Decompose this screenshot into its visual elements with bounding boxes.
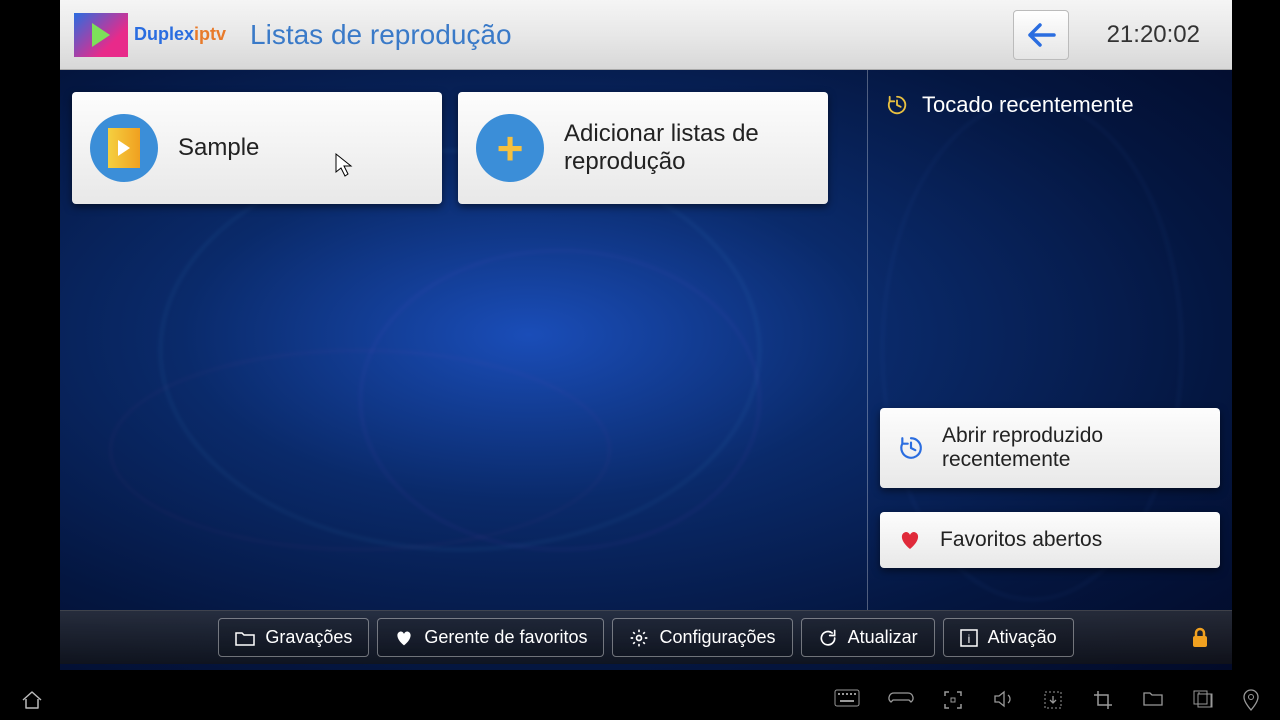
keyboard-icon[interactable] xyxy=(834,689,860,711)
history-icon xyxy=(886,94,908,116)
gamepad-icon[interactable] xyxy=(888,689,914,711)
info-icon: i xyxy=(960,629,978,647)
side-panel: Tocado recentemente Abrir reproduzido re… xyxy=(867,70,1232,610)
button-label: Atualizar xyxy=(848,627,918,648)
heart-icon xyxy=(898,529,922,551)
page-title: Listas de reprodução xyxy=(250,19,512,51)
clock: 21:20:02 xyxy=(1107,21,1200,49)
playlist-grid: Sample + Adicionar listas de reprodução xyxy=(60,70,867,610)
arrow-left-icon xyxy=(1026,23,1056,47)
recordings-button[interactable]: Gravações xyxy=(218,618,369,657)
side-header-label: Tocado recentemente xyxy=(922,92,1134,118)
app-window: Duplexiptv Listas de reprodução 21:20:02… xyxy=(60,0,1232,670)
playlist-icon xyxy=(90,114,158,182)
crop-icon[interactable] xyxy=(1092,689,1114,711)
windows-icon[interactable] xyxy=(1192,689,1214,711)
history-icon xyxy=(898,435,924,461)
header-bar: Duplexiptv Listas de reprodução 21:20:02 xyxy=(60,0,1232,70)
open-recently-played-button[interactable]: Abrir reproduzido recentemente xyxy=(880,408,1220,488)
plus-icon: + xyxy=(476,114,544,182)
button-label: Abrir reproduzido recentemente xyxy=(942,424,1202,472)
bottom-toolbar: Gravações Gerente de favoritos Configura… xyxy=(60,610,1232,664)
card-label: Sample xyxy=(178,134,259,162)
recently-played-header: Tocado recentemente xyxy=(880,88,1220,122)
brand-part1: Duplex xyxy=(134,24,194,44)
volume-icon[interactable] xyxy=(992,689,1014,711)
open-favorites-button[interactable]: Favoritos abertos xyxy=(880,512,1220,568)
system-navigation-bar xyxy=(0,680,1280,720)
back-button[interactable] xyxy=(1013,10,1069,60)
refresh-button[interactable]: Atualizar xyxy=(801,618,935,657)
favorites-manager-button[interactable]: Gerente de favoritos xyxy=(377,618,604,657)
refresh-icon xyxy=(818,628,838,648)
card-label: Adicionar listas de reprodução xyxy=(564,120,810,176)
button-label: Configurações xyxy=(659,627,775,648)
gear-icon xyxy=(629,628,649,648)
install-apk-icon[interactable] xyxy=(1042,689,1064,711)
settings-button[interactable]: Configurações xyxy=(612,618,792,657)
add-playlist-card[interactable]: + Adicionar listas de reprodução xyxy=(458,92,828,204)
fullscreen-icon[interactable] xyxy=(942,689,964,711)
system-tray xyxy=(834,689,1260,711)
brand-part2: iptv xyxy=(194,24,226,44)
button-label: Ativação xyxy=(988,627,1057,648)
heart-icon xyxy=(394,629,414,647)
button-label: Gravações xyxy=(265,627,352,648)
activation-button[interactable]: i Ativação xyxy=(943,618,1074,657)
content-area: Sample + Adicionar listas de reprodução … xyxy=(60,70,1232,610)
button-label: Favoritos abertos xyxy=(940,528,1102,552)
button-label: Gerente de favoritos xyxy=(424,627,587,648)
location-icon[interactable] xyxy=(1242,689,1260,711)
lock-icon[interactable] xyxy=(1188,626,1212,650)
home-icon[interactable] xyxy=(20,689,44,711)
folder-icon xyxy=(235,630,255,646)
brand-text: Duplexiptv xyxy=(134,24,226,45)
svg-text:i: i xyxy=(967,632,970,646)
files-icon[interactable] xyxy=(1142,689,1164,711)
playlist-card-sample[interactable]: Sample xyxy=(72,92,442,204)
app-logo-icon xyxy=(74,13,128,57)
